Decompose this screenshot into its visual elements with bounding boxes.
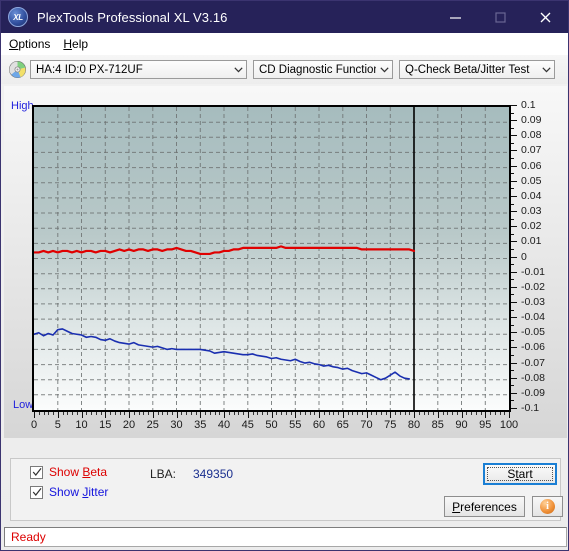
x-tick-label: 90 — [455, 419, 468, 431]
x-axis-ticks: 0 5 10 15 20 25 30 35 40 45 50 55 60 65 70 75 80 85 90 95 10… — [30, 412, 518, 438]
drive-select[interactable]: HA:4 ID:0 PX-712UF — [30, 60, 247, 79]
y-tick-label: 0.06 — [521, 159, 542, 172]
y-tick-label: 0.03 — [521, 205, 542, 217]
window-controls — [433, 1, 568, 33]
x-tick-label: 60 — [312, 419, 326, 431]
plot-series — [34, 245, 416, 381]
y-tick-label: 0.02 — [521, 220, 542, 233]
info-button[interactable]: i — [532, 496, 563, 517]
show-jitter-label: Show Jitter — [49, 485, 109, 499]
y-tick-label: -0.04 — [521, 311, 545, 324]
x-tick-label: 20 — [122, 419, 136, 431]
x-tick-label: 75 — [384, 419, 397, 431]
y-tick-label: -0.09 — [521, 386, 545, 399]
x-tick-label: 65 — [336, 419, 349, 431]
y-tick-label: -0.08 — [521, 371, 545, 384]
app-logo-icon: XL — [8, 7, 28, 27]
y-tick-label: 0.05 — [521, 174, 542, 187]
x-tick-label: 5 — [54, 419, 61, 431]
x-tick-label: 15 — [99, 419, 112, 431]
toolbar: HA:4 ID:0 PX-712UF CD Diagnostic Functio… — [1, 55, 568, 84]
y-tick-label: 0.1 — [521, 99, 536, 111]
y-tick-label: 0.09 — [521, 114, 542, 127]
minimize-icon[interactable] — [433, 1, 478, 33]
drive-select-value: HA:4 ID:0 PX-712UF — [36, 63, 143, 76]
lba-value: 349350 — [193, 467, 234, 481]
lba-label: LBA: — [150, 467, 177, 481]
x-tick-label: 95 — [479, 419, 492, 431]
checkbox-box — [30, 485, 43, 499]
info-icon: i — [540, 499, 555, 514]
chevron-down-icon — [230, 66, 246, 73]
y-tick-label: -0.02 — [521, 280, 545, 293]
chart-panel: High Low 0.1 0.09 0.08 0.07 0.06 0.05 0.04 0.03… — [4, 86, 567, 438]
maximize-icon[interactable] — [478, 1, 523, 33]
x-tick-label: 55 — [289, 419, 302, 431]
status-text: Ready — [11, 530, 46, 544]
app-window: XL PlexTools Professional XL V3.16 Optio… — [0, 0, 569, 551]
window-title: PlexTools Professional XL V3.16 — [37, 9, 228, 25]
menu-help-rest: elp — [72, 36, 89, 51]
status-bar: Ready — [4, 527, 567, 547]
menu-item-options[interactable]: Options — [7, 35, 57, 53]
close-icon[interactable] — [523, 1, 568, 33]
x-tick-label: 30 — [170, 419, 183, 431]
title-bar: XL PlexTools Professional XL V3.16 — [1, 1, 568, 33]
test-select[interactable]: Q-Check Beta/Jitter Test — [399, 60, 555, 79]
y-tick-label: 0.01 — [521, 235, 542, 248]
x-tick-label: 45 — [241, 419, 254, 431]
x-tick-label: 50 — [265, 419, 278, 431]
function-select-value: CD Diagnostic Functions — [259, 63, 376, 76]
x-tick-label: 10 — [75, 419, 88, 431]
cd-disc-icon — [9, 61, 26, 78]
y-tick-label: -0.05 — [521, 326, 545, 339]
y-tick-label: -0.1 — [521, 402, 540, 414]
plot-area — [32, 105, 511, 412]
chevron-down-icon — [376, 66, 392, 73]
start-button-label: St art — [487, 467, 553, 481]
menu-item-help[interactable]: Help — [61, 35, 95, 53]
y-axis-ticks: 0.1 0.09 0.08 0.07 0.06 0.05 0.04 0.03 0.02 0.01 0… — [511, 99, 567, 414]
menu-options-rest: ptions — [18, 36, 51, 51]
y-tick-label: 0.07 — [521, 144, 542, 157]
x-tick-label: 100 — [499, 419, 519, 431]
function-select[interactable]: CD Diagnostic Functions — [253, 60, 393, 79]
preferences-button[interactable]: Preferences — [444, 496, 525, 517]
y-tick-label: -0.01 — [521, 265, 545, 278]
show-beta-label: Show Beta — [49, 465, 108, 479]
test-select-value: Q-Check Beta/Jitter Test — [405, 63, 530, 76]
start-button[interactable]: St art — [483, 463, 557, 485]
y-axis-high-label: High — [11, 100, 34, 112]
y-axis-low-label: Low — [13, 399, 34, 411]
checkbox-box — [30, 465, 43, 479]
y-tick-label: 0 — [521, 250, 527, 263]
preferences-button-label: Preferences — [452, 499, 517, 514]
x-tick-label: 85 — [431, 419, 444, 431]
y-tick-label: -0.03 — [521, 295, 545, 308]
chevron-down-icon — [538, 66, 554, 73]
x-tick-label: 0 — [30, 419, 38, 431]
y-tick-label: 0.04 — [521, 189, 542, 202]
x-tick-label: 25 — [146, 419, 159, 431]
controls-panel: Show Beta Show Jitter LBA: 349350 St art … — [10, 458, 563, 521]
y-tick-label: -0.07 — [521, 356, 545, 369]
show-jitter-checkbox[interactable]: Show Jitter — [30, 485, 108, 499]
y-tick-label: -0.06 — [521, 341, 545, 354]
x-tick-label: 35 — [194, 419, 207, 431]
show-beta-checkbox[interactable]: Show Beta — [30, 465, 107, 479]
x-tick-label: 40 — [217, 419, 231, 431]
y-tick-label: 0.08 — [521, 129, 542, 142]
x-tick-label: 80 — [407, 419, 421, 431]
menu-bar: Options Help — [1, 33, 568, 55]
x-tick-label: 70 — [360, 419, 373, 431]
